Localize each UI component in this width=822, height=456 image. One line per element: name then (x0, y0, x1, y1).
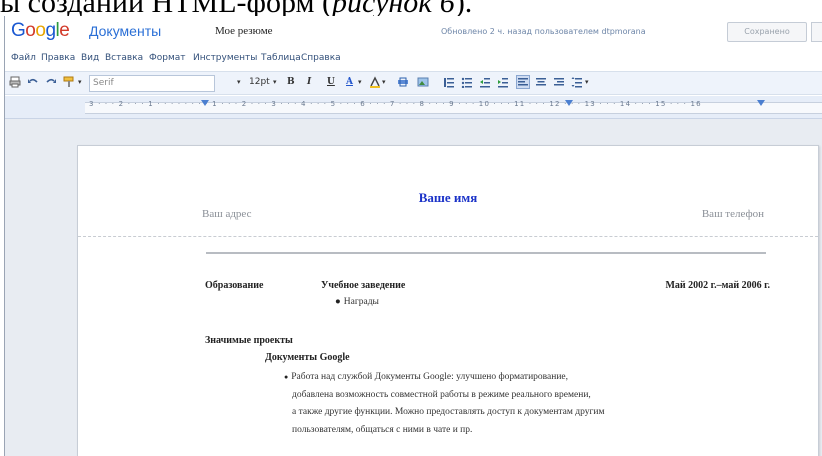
project-name: Документы Google (265, 352, 350, 363)
projects-heading: Значимые проекты (205, 335, 293, 346)
awards-item: ● Награды (335, 297, 379, 307)
description-line: пользователям, общаться с ними в чате и … (292, 424, 473, 435)
link-icon[interactable] (397, 76, 409, 88)
description-line: добавлена возможность совместной работы … (292, 389, 591, 400)
title-bar: Google Документы Мое резюме Обновлено 2 … (5, 16, 822, 46)
left-indent-marker[interactable] (201, 100, 209, 106)
save-button[interactable]: Сохранено (727, 22, 807, 42)
docs-window: Google Документы Мое резюме Обновлено 2 … (4, 16, 822, 456)
text-color-dropdown-icon[interactable]: ▾ (358, 75, 362, 90)
document-page[interactable]: Ваше имя Ваш адрес Ваш телефон Образован… (77, 145, 819, 456)
font-select[interactable]: Serif (89, 75, 215, 92)
save-status: Обновлено 2 ч. назад пользователем dtpmo… (441, 27, 646, 36)
menu-bar: Файл Правка Вид Вставка Формат Инструмен… (5, 48, 822, 70)
product-name[interactable]: Документы (89, 23, 161, 39)
bold-button[interactable]: B (287, 75, 295, 90)
redo-icon[interactable] (45, 76, 57, 88)
description-line: ● Работа над службой Документы Google: ул… (284, 372, 569, 382)
highlight-dropdown-icon[interactable]: ▾ (382, 75, 386, 90)
italic-button[interactable]: I (307, 75, 311, 90)
bulleted-list-icon[interactable] (461, 76, 473, 88)
menu-help[interactable]: Справка (301, 53, 341, 63)
document-canvas: Ваше имя Ваш адрес Ваш телефон Образован… (5, 119, 822, 456)
align-left-icon[interactable] (516, 75, 530, 89)
institution-name: Учебное заведение (321, 280, 406, 291)
text-color-button[interactable]: A (346, 75, 353, 90)
menu-insert[interactable]: Вставка (105, 53, 143, 63)
align-center-icon[interactable] (535, 76, 547, 88)
document-title[interactable]: Мое резюме (215, 25, 273, 37)
paint-format-dropdown-icon[interactable]: ▾ (78, 75, 82, 90)
right-indent-marker[interactable] (757, 100, 765, 106)
description-line: а также другие функции. Можно предоставл… (292, 407, 605, 417)
menu-format[interactable]: Формат (149, 53, 186, 63)
resume-name: Ваше имя (418, 190, 478, 205)
horizontal-rule (206, 252, 766, 254)
toolbar: ▾ Serif ▾ 12pt ▾ B I U A ▾ ▾ ▾ (5, 71, 822, 95)
font-size-select[interactable]: 12pt (249, 75, 270, 90)
numbered-list-icon[interactable] (443, 76, 455, 88)
underline-button[interactable]: U (327, 75, 335, 90)
ruler-ticks: 3 · · · 2 · · · 1 · · · · · · · · 1 · · … (89, 100, 702, 108)
line-spacing-icon[interactable] (571, 76, 583, 88)
image-icon[interactable] (417, 76, 429, 88)
paint-format-icon[interactable] (63, 76, 75, 88)
header-divider (78, 236, 818, 237)
education-dates: Май 2002 г.–май 2006 г. (665, 280, 770, 291)
menu-file[interactable]: Файл (11, 53, 36, 63)
size-dropdown-icon[interactable]: ▾ (273, 75, 277, 90)
menu-table[interactable]: Таблица (261, 53, 301, 63)
menu-tools[interactable]: Инструменты (193, 53, 257, 63)
highlight-color-icon[interactable] (369, 76, 381, 88)
align-right-icon[interactable] (553, 76, 565, 88)
resume-address: Ваш адрес (202, 208, 252, 220)
resume-phone: Ваш телефон (701, 208, 764, 220)
menu-edit[interactable]: Правка (41, 53, 75, 63)
font-dropdown-icon[interactable]: ▾ (237, 75, 241, 90)
menu-view[interactable]: Вид (81, 53, 99, 63)
decrease-indent-icon[interactable] (479, 76, 491, 88)
increase-indent-icon[interactable] (497, 76, 509, 88)
undo-icon[interactable] (27, 76, 39, 88)
share-button[interactable] (811, 22, 822, 42)
project-description: ● Работа над службой Документы Google: ул… (284, 369, 714, 439)
line-spacing-dropdown-icon[interactable]: ▾ (585, 75, 589, 90)
print-icon[interactable] (9, 76, 21, 88)
google-logo[interactable]: Google (11, 20, 70, 42)
education-heading: Образование (205, 280, 264, 291)
ruler: 3 · · · 2 · · · 1 · · · · · · · · 1 · · … (5, 96, 822, 119)
tab-stop-marker[interactable] (565, 100, 573, 106)
